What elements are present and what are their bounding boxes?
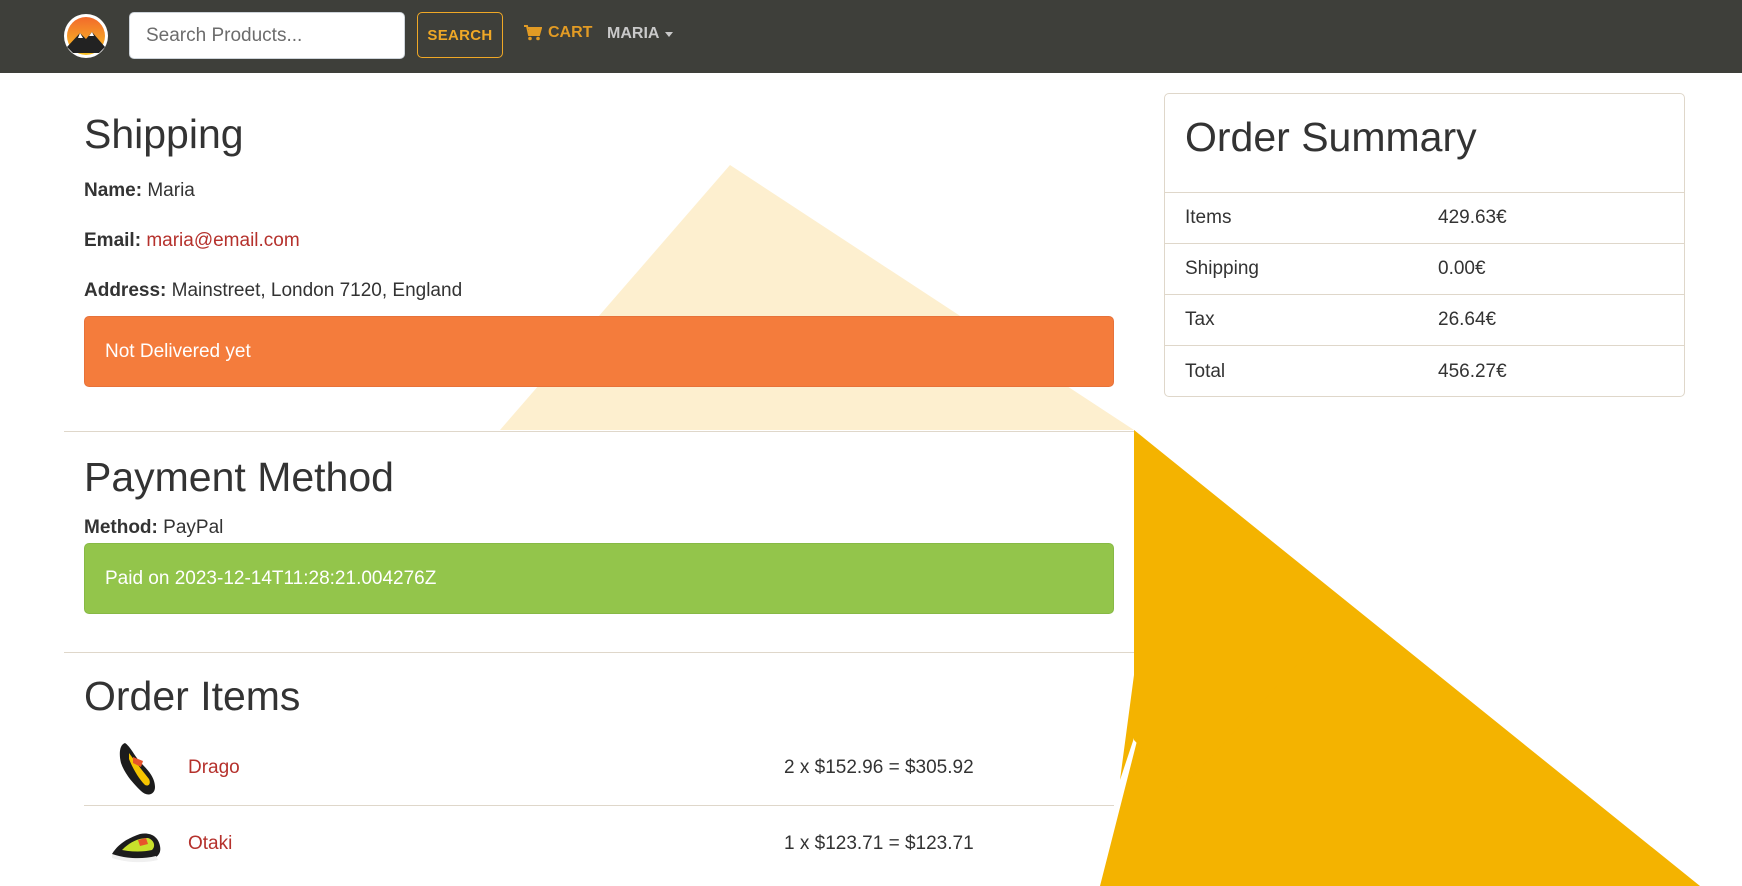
method-value: PayPal [163,517,224,538]
summary-row-items: Items 429.63€ [1165,193,1684,244]
cart-label: CART [548,24,593,41]
brand-logo[interactable] [63,13,109,59]
order-item-row: Drago 2 x $152.96 = $305.92 [84,730,1114,806]
payment-title: Payment Method [84,454,394,500]
shipping-email: Email: maria@email.com [84,230,1114,252]
summary-value: 26.64€ [1438,309,1497,330]
order-items-title: Order Items [84,673,301,719]
shipping-section: Shipping Name: Maria Email: maria@email.… [64,73,1134,431]
shipping-name: Name: Maria [84,180,1114,202]
summary-value: 456.27€ [1438,360,1507,382]
order-summary-title: Order Summary [1185,114,1477,160]
address-label: Address: [84,280,167,301]
summary-value: 429.63€ [1438,207,1507,228]
product-image [84,736,188,800]
summary-row-total: Total 456.27€ [1165,346,1684,397]
summary-value: 0.00€ [1438,258,1486,279]
item-price-line: 1 x $123.71 = $123.71 [784,833,974,854]
summary-label: Tax [1185,309,1215,330]
summary-label: Total [1185,360,1226,382]
product-link-drago[interactable]: Drago [188,757,784,779]
summary-row-tax: Tax 26.64€ [1165,295,1684,346]
delivery-status-alert: Not Delivered yet [84,316,1114,387]
caret-down-icon [665,31,674,37]
item-price-line: 2 x $152.96 = $305.92 [784,756,974,778]
address-value: Mainstreet, London 7120, England [171,280,463,301]
product-link-otaki[interactable]: Otaki [188,833,784,855]
user-menu-dropdown[interactable]: MARIA [607,25,674,43]
summary-label: Shipping [1185,258,1259,279]
summary-row-shipping: Shipping 0.00€ [1165,244,1684,295]
shipping-title: Shipping [84,111,244,157]
email-link[interactable]: maria@email.com [146,230,299,251]
search-input[interactable] [129,12,405,59]
climbing-shoe-yellow-black-image [119,742,155,794]
order-summary-card: Order Summary Items 429.63€ Shipping 0.0… [1164,93,1685,397]
order-details-column: Shipping Name: Maria Email: maria@email.… [64,73,1134,882]
order-summary-header: Order Summary [1165,94,1684,193]
method-label: Method: [84,517,158,538]
cart-link[interactable]: CART [524,24,592,42]
summary-label: Items [1185,207,1232,228]
climbing-shoe-lime-black-image [112,833,161,863]
order-items-section: Order Items Drago 2 x $152.96 = $305.92 [64,653,1134,882]
product-image [84,812,188,876]
top-navbar: SEARCH CART MARIA [0,0,1742,73]
email-label: Email: [84,230,142,251]
search-button[interactable]: SEARCH [417,12,503,58]
shipping-address: Address: Mainstreet, London 7120, Englan… [84,280,1114,302]
shopping-cart-icon [524,25,542,41]
payment-method: Method: PayPal [84,517,1114,539]
payment-status-alert: Paid on 2023-12-14T11:28:21.004276Z [84,543,1114,614]
payment-section: Payment Method Method: PayPal Paid on 20… [64,432,1134,652]
user-name-label: MARIA [607,25,660,42]
order-item-row: Otaki 1 x $123.71 = $123.71 [84,806,1114,882]
name-value: Maria [147,180,195,201]
name-label: Name: [84,180,143,201]
